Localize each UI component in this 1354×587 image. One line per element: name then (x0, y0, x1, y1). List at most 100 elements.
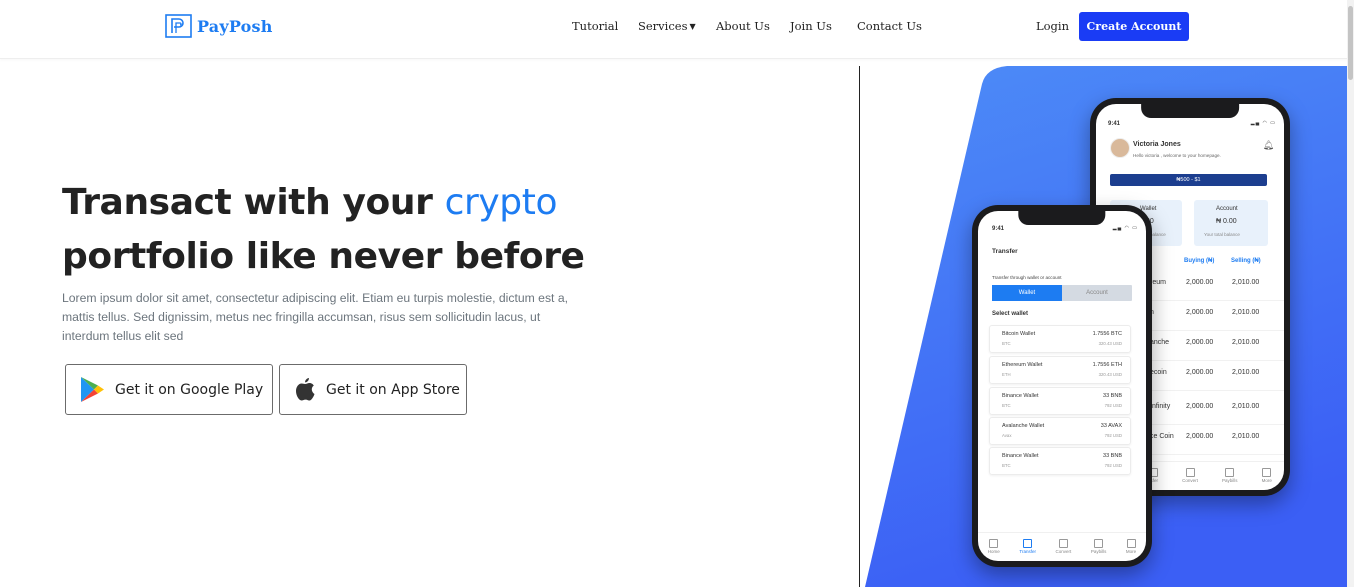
nav-contact-us[interactable]: Contact Us (857, 19, 922, 33)
rate-coin: reum (1150, 279, 1166, 286)
paybills-icon (1094, 539, 1104, 548)
nav-join-us[interactable]: Join Us (790, 19, 832, 33)
phone-notch (1141, 104, 1239, 118)
app-store-label: Get it on App Store (326, 381, 460, 398)
tab-convert[interactable]: Convert (1055, 539, 1072, 555)
rate-sell: 2,010.00 (1232, 279, 1260, 286)
rate-sell: 2,010.00 (1232, 433, 1260, 440)
hero-title-accent: crypto (444, 182, 558, 223)
tab-paybills[interactable]: Paybills (1090, 539, 1107, 555)
phone-front-screen: 9:41 ▂▄ ◠ ▭ Transfer Transfer through wa… (978, 211, 1146, 561)
wallet-list-item[interactable]: Bitcoin Wallet BTC 1.7556 BTC 320.43 USD (989, 325, 1131, 353)
nav-tutorial[interactable]: Tutorial (572, 19, 618, 33)
wallet-sym: ETH (1002, 372, 1011, 377)
create-account-button[interactable]: Create Account (1079, 12, 1189, 41)
brand-name: PayPosh (197, 16, 273, 36)
wallet-amount: 1.7556 BTC (1092, 331, 1122, 337)
navbar: PayPosh Tutorial Services ▼ About Us Join… (0, 0, 1354, 59)
wallet-amount: 33 AVAX (1100, 423, 1122, 429)
tab-transfer[interactable]: Transfer (1019, 539, 1036, 555)
login-link[interactable]: Login (1036, 19, 1069, 33)
wallet-amount: 33 BNB (1103, 453, 1122, 459)
tab-label: Home (987, 549, 1000, 554)
tab-label: More (1125, 549, 1137, 554)
rate-buy: 2,000.00 (1186, 279, 1214, 286)
status-time: 9:41 (992, 226, 1005, 232)
tab-home[interactable]: Home (988, 539, 1000, 555)
user-greeting: Hello victoria , welcome to your homepag… (1133, 153, 1221, 158)
wallet-name: Avalanche Wallet (1002, 423, 1045, 429)
wallet-card-sub: balance (1150, 232, 1166, 237)
wallet-name: Binance Wallet (1002, 453, 1039, 459)
rate-sell: 2,010.00 (1232, 369, 1260, 376)
tab-label: Paybills (1222, 478, 1238, 483)
tab-more[interactable]: More (1262, 468, 1272, 484)
wallet-name: Ethereum Wallet (1002, 362, 1043, 368)
wallet-list-item[interactable]: Binance Wallet BTC 33 BNB 792 USD (989, 387, 1131, 415)
rate-sell: 2,010.00 (1232, 339, 1260, 346)
hero-title-part2: portfolio like never before (62, 236, 585, 277)
tab-wallet[interactable]: Wallet (992, 285, 1062, 301)
wallet-name: Binance Wallet (1002, 393, 1039, 399)
nav-about-us[interactable]: About Us (716, 19, 770, 33)
app-store-button[interactable]: Get it on App Store (279, 364, 467, 415)
phone-mockup-front: 9:41 ▂▄ ◠ ▭ Transfer Transfer through wa… (972, 205, 1152, 567)
rate-buy: 2,000.00 (1186, 433, 1214, 440)
hero-title: Transact with your crypto portfolio like … (62, 176, 622, 284)
account-card-sub: Your total balance (1204, 232, 1240, 237)
wallet-list-item[interactable]: Avalanche Wallet Avax 33 AVAX 792 USD (989, 417, 1131, 445)
transfer-title: Transfer (992, 248, 1018, 255)
account-card-label: Account (1216, 206, 1238, 212)
rate-sell: 2,010.00 (1232, 403, 1260, 410)
apple-icon (296, 378, 315, 401)
bell-icon[interactable]: 🔔︎ (1263, 140, 1274, 151)
wallet-usd: 320.43 USD (1098, 341, 1122, 346)
rate-coin: ecoin (1150, 369, 1167, 376)
wallet-sym: BTC (1002, 463, 1011, 468)
wallet-amount: 33 BNB (1103, 393, 1122, 399)
tab-label: Convert (1055, 549, 1072, 554)
transfer-icon (1023, 539, 1033, 548)
tab-label: Paybills (1090, 549, 1107, 554)
wallet-list-item[interactable]: Ethereum Wallet ETH 1.7556 ETH 320.43 US… (989, 356, 1131, 384)
tab-convert[interactable]: Convert (1182, 468, 1198, 484)
google-play-button[interactable]: Get it on Google Play (65, 364, 273, 415)
wallet-sym: BTC (1002, 403, 1011, 408)
rate-sell: 2,010.00 (1232, 309, 1260, 316)
brand-logo-icon (165, 14, 192, 38)
transfer-subtitle: Transfer through wallet or account (992, 275, 1062, 280)
tab-paybills[interactable]: Paybills (1222, 468, 1238, 484)
tab-label: More (1261, 478, 1272, 483)
buying-header: Buying (₦) (1184, 258, 1215, 264)
more-icon (1262, 468, 1272, 477)
wallet-amount: 1.7556 ETH (1092, 362, 1122, 368)
selling-header: Selling (₦) (1231, 258, 1261, 264)
wallet-sym: Avax (1002, 433, 1012, 438)
wallet-usd: 792 USD (1104, 433, 1122, 438)
wallet-list-item[interactable]: Binance Wallet BTC 33 BNB 792 USD (989, 447, 1131, 475)
status-icons: ▂▄ ◠ ▭ (1250, 120, 1276, 126)
paybills-icon (1225, 468, 1235, 477)
tab-account[interactable]: Account (1062, 285, 1132, 301)
user-name: Victoria Jones (1133, 141, 1181, 148)
tab-more[interactable]: More (1126, 539, 1136, 555)
transfer-toggle: Wallet Account (992, 285, 1132, 301)
convert-icon (1058, 539, 1068, 548)
scrollbar-thumb[interactable] (1348, 6, 1353, 80)
wallet-usd: 320.43 USD (1098, 372, 1122, 377)
status-icons: ▂▄ ◠ ▭ (1112, 225, 1138, 231)
home-icon (989, 539, 999, 548)
google-play-icon (81, 377, 104, 402)
wallet-sym: BTC (1002, 341, 1011, 346)
rate-buy: 2,000.00 (1186, 403, 1214, 410)
select-wallet-label: Select wallet (992, 311, 1029, 317)
status-time: 9:41 (1108, 121, 1121, 127)
brand[interactable]: PayPosh (165, 14, 273, 38)
account-card-value: ₦ 0.00 (1216, 218, 1237, 225)
rate-buy: 2,000.00 (1186, 309, 1214, 316)
rate-buy: 2,000.00 (1186, 369, 1214, 376)
rate-buy: 2,000.00 (1186, 339, 1214, 346)
nav-services[interactable]: Services ▼ (638, 19, 696, 33)
avatar (1110, 138, 1130, 158)
page-scrollbar[interactable] (1347, 0, 1354, 587)
